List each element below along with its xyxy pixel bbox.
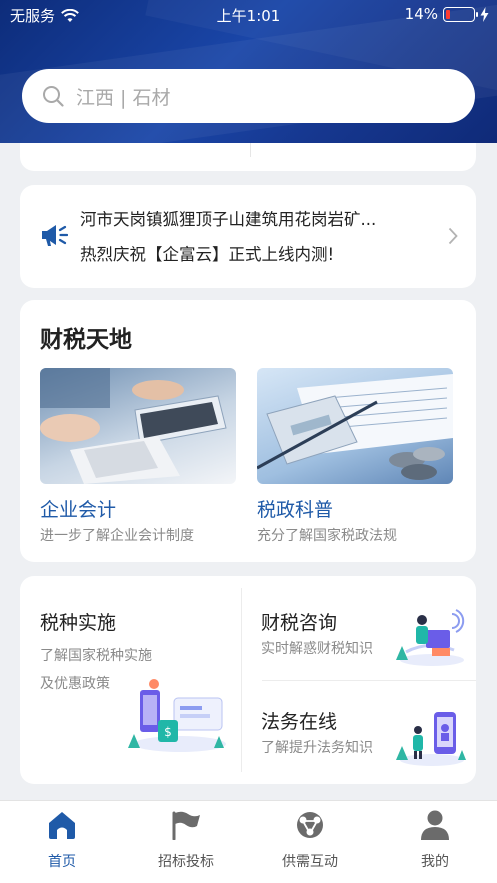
tab-label: 供需互动 <box>282 854 338 870</box>
search-bar[interactable]: 江西 | 石材 <box>22 69 475 123</box>
tab-label: 我的 <box>421 854 449 870</box>
divider <box>241 588 242 772</box>
charging-icon <box>480 6 489 22</box>
section-title: 财税天地 <box>40 327 132 353</box>
tab-mine[interactable]: 我的 <box>373 809 497 871</box>
tab-supply-demand[interactable]: 供需互动 <box>248 809 372 871</box>
legal-online-illustration <box>396 712 466 766</box>
search-icon <box>43 86 64 107</box>
megaphone-icon <box>42 225 68 246</box>
tax-world-item-subtitle: 进一步了解企业会计制度 <box>40 528 194 544</box>
services-section: 税种实施 了解国家税种实施 及优惠政策 $ 财税咨询 实时解惑财税知识 法务在线… <box>20 576 476 784</box>
flag-icon <box>172 811 200 840</box>
service-title[interactable]: 财税咨询 <box>261 608 337 635</box>
service-title[interactable]: 法务在线 <box>261 707 337 734</box>
tab-label: 招标投标 <box>158 854 214 870</box>
news-announcement[interactable]: 热烈庆祝【企富云】正式上线内测! <box>80 241 334 265</box>
tax-implementation-illustration: $ <box>128 679 226 752</box>
tax-world-item-subtitle: 充分了解国家税政法规 <box>257 528 397 544</box>
tax-form-image[interactable] <box>257 368 453 484</box>
tax-world-item-title[interactable]: 企业会计 <box>40 495 116 522</box>
accounting-image[interactable] <box>40 368 236 484</box>
tab-home[interactable]: 首页 <box>0 809 124 871</box>
exchange-icon <box>297 812 323 838</box>
tax-consult-illustration <box>396 609 465 666</box>
service-title[interactable]: 税种实施 <box>40 608 116 635</box>
news-ticker[interactable]: 河市天岗镇狐狸顶子山建筑用花岗岩矿... 热烈庆祝【企富云】正式上线内测! <box>20 185 476 288</box>
battery-icon <box>443 6 478 22</box>
divider <box>262 680 476 681</box>
service-desc: 了解国家税种实施 <box>40 648 152 664</box>
battery-percent: 14% <box>404 5 438 23</box>
header-banner: 无服务 上午1:01 14% 江西 | 石材 <box>0 0 497 143</box>
tab-bidding[interactable]: 招标投标 <box>124 809 248 871</box>
service-desc: 及优惠政策 <box>40 676 110 692</box>
svg-text:$: $ <box>164 725 172 739</box>
home-icon <box>49 812 75 839</box>
tab-bar: 首页 招标投标 供需互动 我的 <box>0 800 497 883</box>
tax-world-item-title[interactable]: 税政科普 <box>257 495 333 522</box>
search-placeholder: 江西 | 石材 <box>76 86 171 109</box>
service-desc: 实时解惑财税知识 <box>261 641 373 657</box>
divider <box>250 143 251 157</box>
status-bar: 无服务 上午1:01 14% <box>0 0 497 30</box>
tab-label: 首页 <box>48 854 76 870</box>
user-icon <box>421 810 449 840</box>
news-headline[interactable]: 河市天岗镇狐狸顶子山建筑用花岗岩矿... <box>80 206 440 230</box>
chevron-right-icon[interactable] <box>448 227 458 245</box>
tax-world-section: 财税天地 企业会计 进一步了解企业会计制度 税政科普 充分了解国家税政法规 <box>20 300 476 562</box>
service-desc: 了解提升法务知识 <box>261 740 373 756</box>
battery: 14% <box>405 5 489 23</box>
scrolled-card <box>20 143 476 171</box>
